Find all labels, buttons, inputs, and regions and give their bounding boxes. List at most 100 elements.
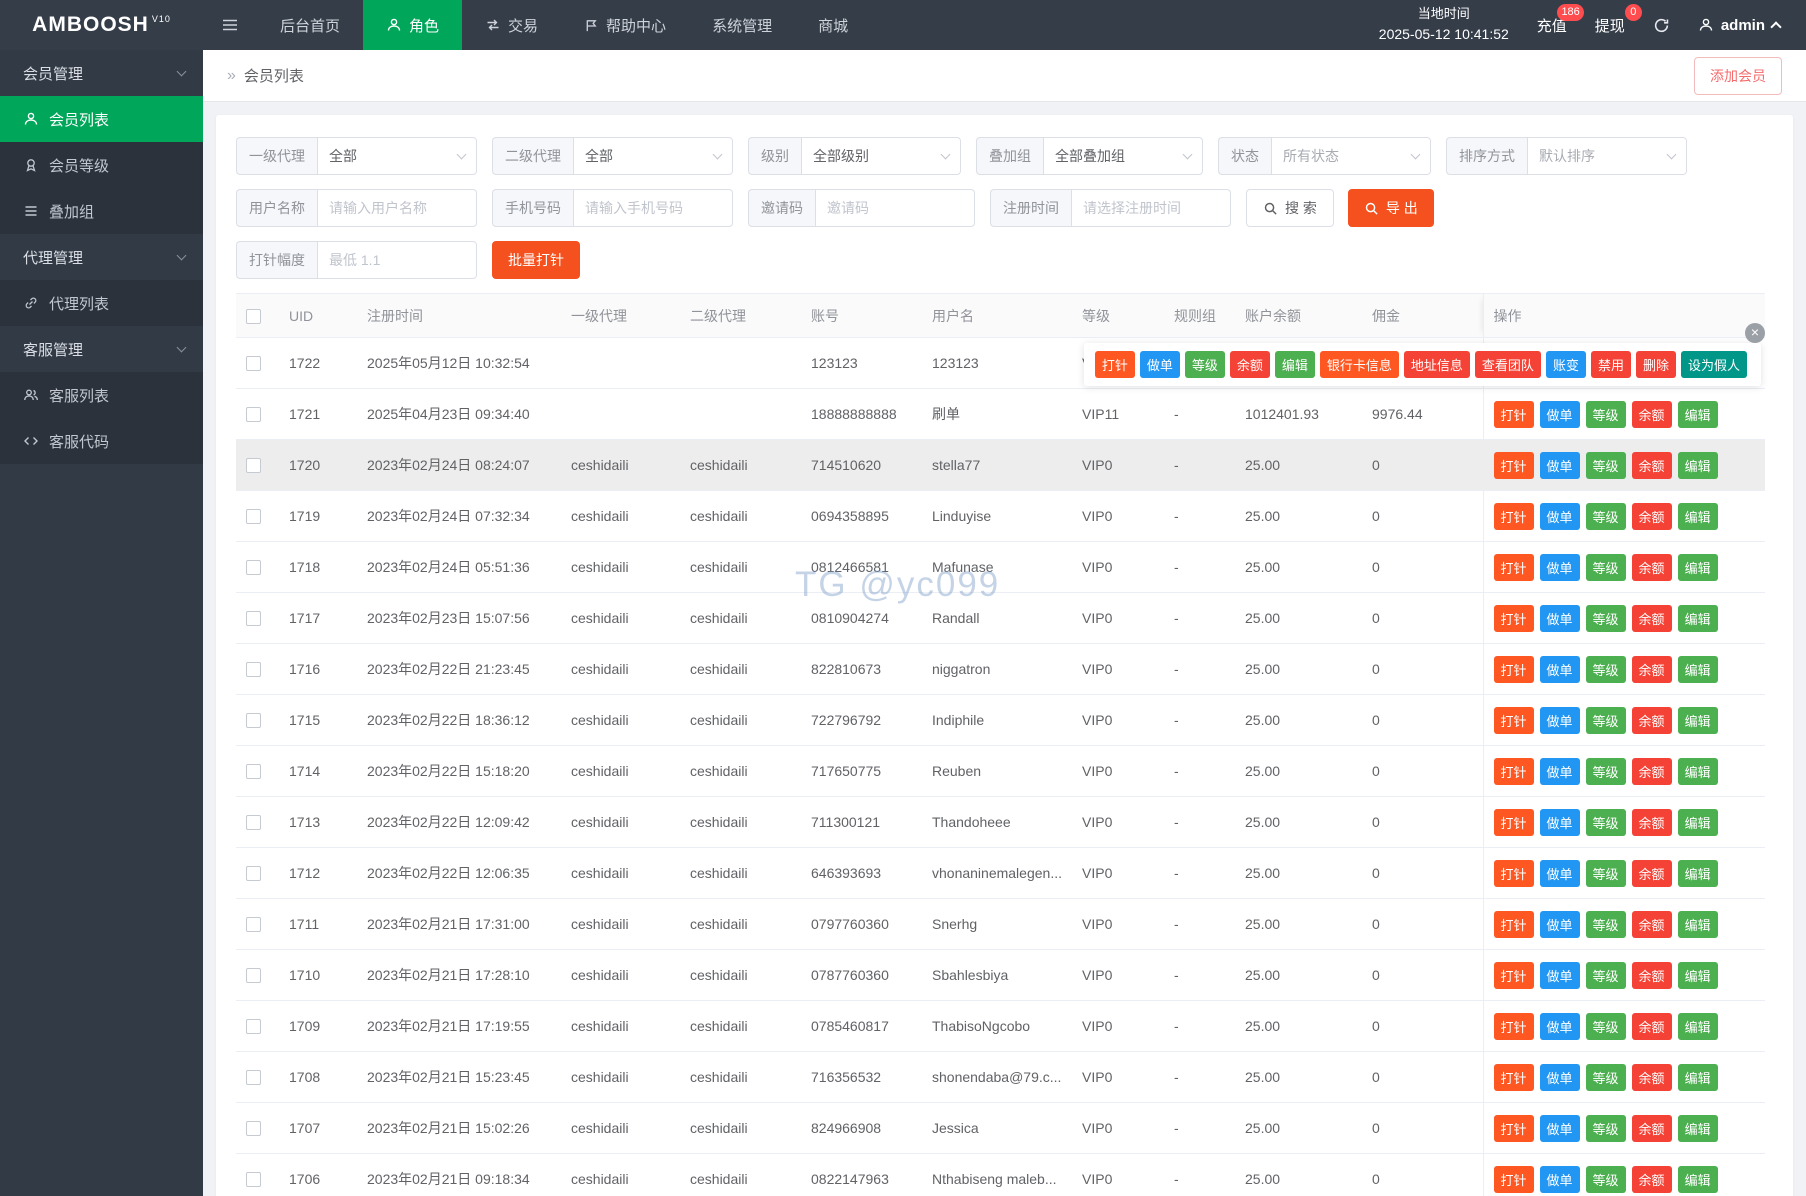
row-checkbox[interactable] xyxy=(246,1019,261,1035)
order-action-button[interactable]: 做单 xyxy=(1539,910,1580,938)
order-action-button[interactable]: 做单 xyxy=(1539,808,1580,836)
popup-bank-card-button[interactable]: 银行卡信息 xyxy=(1319,351,1399,378)
select-all-checkbox[interactable] xyxy=(246,308,261,324)
level-action-button[interactable]: 等级 xyxy=(1585,808,1626,836)
top-menu-home[interactable]: 后台首页 xyxy=(257,0,363,50)
popup-delete-button[interactable]: 删除 xyxy=(1635,351,1676,378)
order-action-button[interactable]: 做单 xyxy=(1539,400,1580,428)
balance-action-button[interactable]: 余额 xyxy=(1631,553,1672,581)
row-checkbox[interactable] xyxy=(246,713,261,729)
level-action-button[interactable]: 等级 xyxy=(1585,910,1626,938)
row-checkbox[interactable] xyxy=(246,866,261,882)
edit-action-button[interactable]: 编辑 xyxy=(1677,859,1718,887)
export-button[interactable]: 导 出 xyxy=(1347,189,1434,227)
edit-action-button[interactable]: 编辑 xyxy=(1677,451,1718,479)
close-icon[interactable]: × xyxy=(1745,323,1765,343)
popup-order-button[interactable]: 做单 xyxy=(1139,351,1180,378)
level-action-button[interactable]: 等级 xyxy=(1585,1063,1626,1091)
edit-action-button[interactable]: 编辑 xyxy=(1677,1165,1718,1193)
reg-time-input[interactable] xyxy=(1071,189,1231,227)
row-checkbox[interactable] xyxy=(246,509,261,525)
needle-action-button[interactable]: 打针 xyxy=(1493,655,1534,683)
row-checkbox[interactable] xyxy=(246,560,261,576)
level-action-button[interactable]: 等级 xyxy=(1585,961,1626,989)
order-action-button[interactable]: 做单 xyxy=(1539,757,1580,785)
needle-action-button[interactable]: 打针 xyxy=(1493,910,1534,938)
menu-toggle-icon[interactable] xyxy=(203,0,257,50)
sidebar-item-support-code[interactable]: 客服代码 xyxy=(0,418,203,464)
popup-set-fake-button[interactable]: 设为假人 xyxy=(1680,351,1747,378)
balance-action-button[interactable]: 余额 xyxy=(1631,706,1672,734)
level-action-button[interactable]: 等级 xyxy=(1585,859,1626,887)
level-action-button[interactable]: 等级 xyxy=(1585,706,1626,734)
row-checkbox[interactable] xyxy=(246,1070,261,1086)
sidebar-item-member-level[interactable]: 会员等级 xyxy=(0,142,203,188)
filter-select-level[interactable]: 全部级别 xyxy=(801,137,961,175)
level-action-button[interactable]: 等级 xyxy=(1585,604,1626,632)
balance-action-button[interactable]: 余额 xyxy=(1631,655,1672,683)
needle-range-input[interactable] xyxy=(317,241,477,279)
balance-action-button[interactable]: 余额 xyxy=(1631,910,1672,938)
order-action-button[interactable]: 做单 xyxy=(1539,451,1580,479)
level-action-button[interactable]: 等级 xyxy=(1585,655,1626,683)
invite-code-input[interactable] xyxy=(815,189,975,227)
level-action-button[interactable]: 等级 xyxy=(1585,400,1626,428)
edit-action-button[interactable]: 编辑 xyxy=(1677,400,1718,428)
sidebar-item-member-list[interactable]: 会员列表 xyxy=(0,96,203,142)
balance-action-button[interactable]: 余额 xyxy=(1631,1114,1672,1142)
popup-edit-button[interactable]: 编辑 xyxy=(1274,351,1315,378)
popup-level-button[interactable]: 等级 xyxy=(1184,351,1225,378)
needle-action-button[interactable]: 打针 xyxy=(1493,757,1534,785)
needle-action-button[interactable]: 打针 xyxy=(1493,604,1534,632)
row-checkbox[interactable] xyxy=(246,407,261,423)
needle-action-button[interactable]: 打针 xyxy=(1493,859,1534,887)
popup-address-button[interactable]: 地址信息 xyxy=(1403,351,1470,378)
row-checkbox[interactable] xyxy=(246,662,261,678)
batch-needle-button[interactable]: 批量打针 xyxy=(492,241,580,279)
sidebar-item-agent-list[interactable]: 代理列表 xyxy=(0,280,203,326)
top-menu-system[interactable]: 系统管理 xyxy=(689,0,795,50)
edit-action-button[interactable]: 编辑 xyxy=(1677,706,1718,734)
order-action-button[interactable]: 做单 xyxy=(1539,1012,1580,1040)
popup-needle-button[interactable]: 打针 xyxy=(1094,351,1135,378)
order-action-button[interactable]: 做单 xyxy=(1539,1114,1580,1142)
order-action-button[interactable]: 做单 xyxy=(1539,502,1580,530)
needle-action-button[interactable]: 打针 xyxy=(1493,553,1534,581)
refresh-icon[interactable] xyxy=(1653,17,1670,34)
edit-action-button[interactable]: 编辑 xyxy=(1677,1012,1718,1040)
needle-action-button[interactable]: 打针 xyxy=(1493,1114,1534,1142)
edit-action-button[interactable]: 编辑 xyxy=(1677,553,1718,581)
needle-action-button[interactable]: 打针 xyxy=(1493,502,1534,530)
row-checkbox[interactable] xyxy=(246,1172,261,1188)
balance-action-button[interactable]: 余额 xyxy=(1631,502,1672,530)
order-action-button[interactable]: 做单 xyxy=(1539,553,1580,581)
edit-action-button[interactable]: 编辑 xyxy=(1677,757,1718,785)
balance-action-button[interactable]: 余额 xyxy=(1631,400,1672,428)
edit-action-button[interactable]: 编辑 xyxy=(1677,961,1718,989)
sidebar-item-agent-management[interactable]: 代理管理 xyxy=(0,234,203,280)
balance-action-button[interactable]: 余额 xyxy=(1631,604,1672,632)
needle-action-button[interactable]: 打针 xyxy=(1493,1165,1534,1193)
edit-action-button[interactable]: 编辑 xyxy=(1677,910,1718,938)
row-checkbox[interactable] xyxy=(246,1121,261,1137)
filter-select-agent2[interactable]: 全部 xyxy=(573,137,733,175)
order-action-button[interactable]: 做单 xyxy=(1539,1063,1580,1091)
edit-action-button[interactable]: 编辑 xyxy=(1677,502,1718,530)
needle-action-button[interactable]: 打针 xyxy=(1493,961,1534,989)
search-button[interactable]: 搜 索 xyxy=(1246,189,1334,227)
top-menu-help[interactable]: 帮助中心 xyxy=(561,0,689,50)
username-input[interactable] xyxy=(317,189,477,227)
edit-action-button[interactable]: 编辑 xyxy=(1677,1114,1718,1142)
top-menu-shop[interactable]: 商城 xyxy=(795,0,871,50)
needle-action-button[interactable]: 打针 xyxy=(1493,400,1534,428)
edit-action-button[interactable]: 编辑 xyxy=(1677,655,1718,683)
popup-disable-button[interactable]: 禁用 xyxy=(1590,351,1631,378)
order-action-button[interactable]: 做单 xyxy=(1539,859,1580,887)
edit-action-button[interactable]: 编辑 xyxy=(1677,808,1718,836)
order-action-button[interactable]: 做单 xyxy=(1539,1165,1580,1193)
filter-select-agent1[interactable]: 全部 xyxy=(317,137,477,175)
level-action-button[interactable]: 等级 xyxy=(1585,451,1626,479)
top-menu-trade[interactable]: 交易 xyxy=(462,0,561,50)
balance-action-button[interactable]: 余额 xyxy=(1631,808,1672,836)
sidebar-item-stack-group[interactable]: 叠加组 xyxy=(0,188,203,234)
